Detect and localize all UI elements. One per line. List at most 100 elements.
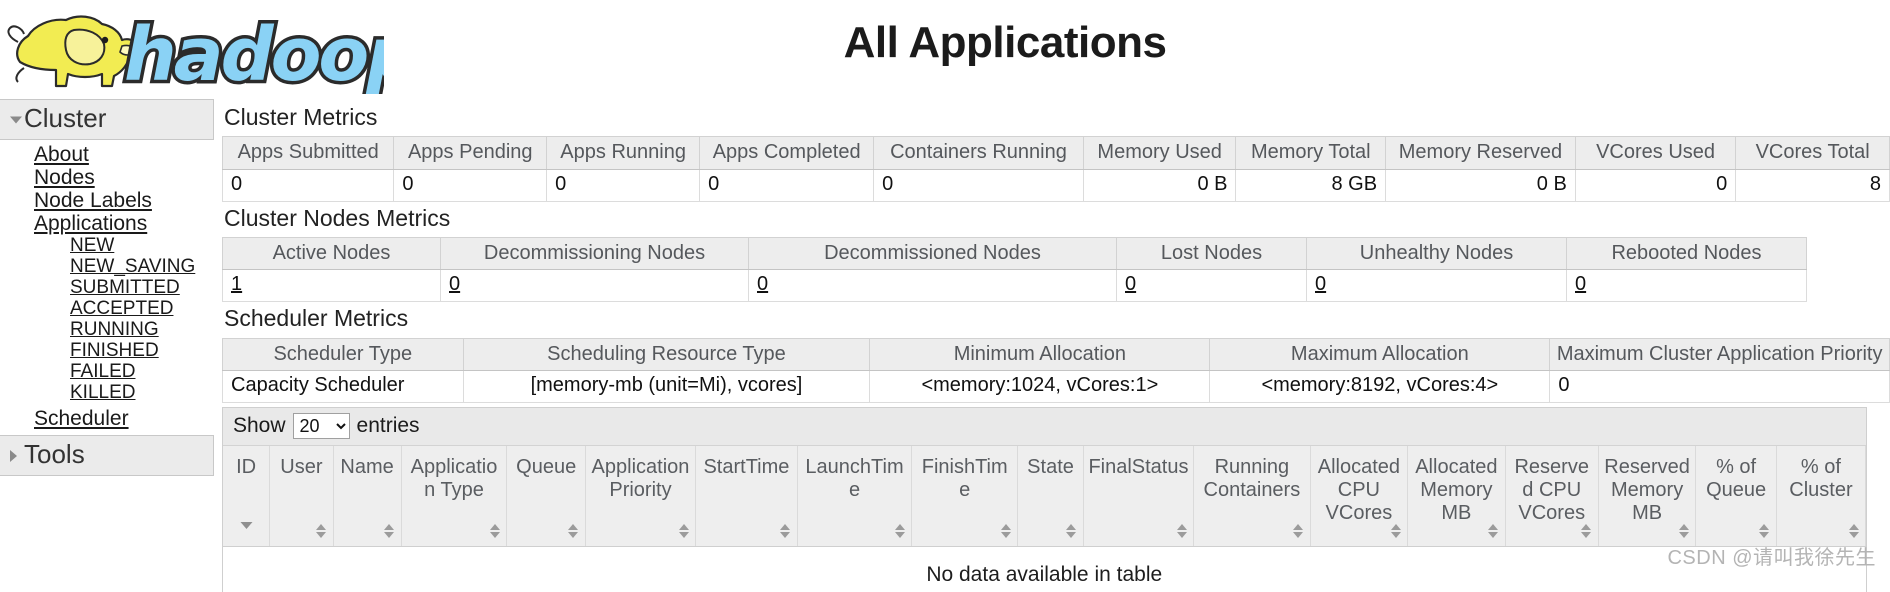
sidebar-item-new-saving[interactable]: NEW_SAVING (70, 256, 214, 277)
col-queue[interactable]: Queue (506, 446, 586, 548)
page-length-select[interactable]: 20406080100 (292, 413, 350, 440)
col-id[interactable]: ID (223, 446, 271, 548)
col-application-type[interactable]: Application Type (401, 446, 508, 548)
sidebar-item-accepted[interactable]: ACCEPTED (70, 298, 214, 319)
scheduler-metrics-title: Scheduler Metrics (224, 305, 409, 332)
col-launchtime[interactable]: LaunchTime (797, 446, 913, 548)
val-memory-used: 0 B (1082, 169, 1237, 202)
sidebar-group-cluster[interactable]: Cluster (0, 99, 214, 141)
col-finishtime[interactable]: FinishTime (911, 446, 1019, 548)
sidebar-item-applications-link[interactable]: Applications (34, 212, 147, 235)
sidebar-item-scheduler[interactable]: Scheduler (0, 407, 214, 430)
col-decommissioning-nodes[interactable]: Decommissioning Nodes (440, 236, 749, 271)
col-scheduling-resource-type[interactable]: Scheduling Resource Type (462, 337, 871, 372)
col-memory-reserved[interactable]: Memory Reserved (1385, 136, 1576, 170)
sort-both-icon (1678, 524, 1689, 540)
sidebar-item-running[interactable]: RUNNING (70, 319, 214, 340)
val-active-nodes[interactable]: 1 (231, 273, 242, 295)
col-rebooted-nodes[interactable]: Rebooted Nodes (1566, 236, 1807, 271)
col-containers-running[interactable]: Containers Running (873, 136, 1084, 170)
show-label: Show (233, 414, 286, 438)
sort-both-icon (1000, 524, 1011, 540)
sidebar-item-node-labels-link[interactable]: Node Labels (34, 189, 152, 212)
col-user-label: User (280, 456, 323, 479)
sidebar-item-about-link[interactable]: About (34, 143, 89, 166)
val-unhealthy-nodes[interactable]: 0 (1315, 273, 1326, 295)
col-unhealthy-nodes[interactable]: Unhealthy Nodes (1306, 236, 1567, 271)
val-vcores-used: 0 (1574, 169, 1737, 202)
col-maximum-cluster-priority[interactable]: Maximum Cluster Application Priority (1549, 337, 1890, 372)
cell-decommissioning-nodes: 0 (440, 269, 749, 303)
val-rebooted-nodes[interactable]: 0 (1575, 273, 1586, 295)
val-decommissioning-nodes[interactable]: 0 (449, 273, 460, 295)
sort-both-icon (1848, 524, 1859, 540)
cell-active-nodes: 1 (222, 269, 441, 303)
col-reserved-cpu-vcores[interactable]: Reserved CPU VCores (1505, 446, 1599, 548)
sidebar-item-submitted-link[interactable]: SUBMITTED (70, 277, 180, 298)
sidebar-item-failed-link[interactable]: FAILED (70, 361, 135, 382)
col-maximum-allocation[interactable]: Maximum Allocation (1209, 337, 1551, 372)
sort-desc-icon (240, 522, 253, 538)
col-apps-completed[interactable]: Apps Completed (699, 136, 875, 170)
col-percent-of-cluster[interactable]: % of Cluster (1776, 446, 1867, 548)
sidebar: Cluster About Nodes Node Labels Applicat… (0, 96, 214, 477)
table-row: 0 0 0 0 0 0 B 8 GB 0 B 0 8 (221, 169, 1890, 202)
sidebar-item-killed-link[interactable]: KILLED (70, 382, 135, 403)
col-apps-pending[interactable]: Apps Pending (393, 136, 548, 170)
sidebar-item-applications[interactable]: Applications NEW NEW_SAVING SUBMITTED AC… (34, 212, 214, 403)
sidebar-group-tools[interactable]: Tools (0, 435, 214, 477)
val-scheduling-resource-type: [memory-mb (unit=Mi), vcores] (462, 370, 871, 404)
val-maximum-allocation: <memory:8192, vCores:4> (1209, 370, 1551, 404)
entries-label: entries (356, 414, 420, 438)
sidebar-item-new-link[interactable]: NEW (70, 235, 114, 256)
col-running-containers[interactable]: Running Containers (1193, 446, 1311, 548)
sidebar-item-node-labels[interactable]: Node Labels (34, 189, 214, 212)
table-header-row: ID User Name Application Type Queue Appl… (223, 446, 1867, 548)
col-minimum-allocation[interactable]: Minimum Allocation (869, 337, 1211, 372)
col-apps-running[interactable]: Apps Running (546, 136, 701, 170)
col-percent-of-queue[interactable]: % of Queue (1695, 446, 1777, 548)
val-maximum-cluster-priority: 0 (1549, 370, 1890, 404)
sort-both-icon (1759, 524, 1770, 540)
col-reserved-memory-mb[interactable]: Reserved Memory MB (1598, 446, 1697, 548)
sidebar-item-scheduler-link[interactable]: Scheduler (34, 407, 129, 430)
sidebar-item-new[interactable]: NEW (70, 235, 214, 256)
col-allocated-memory-mb[interactable]: Allocated Memory MB (1407, 446, 1506, 548)
sidebar-group-cluster-label: Cluster (24, 103, 107, 133)
sidebar-item-finished-link[interactable]: FINISHED (70, 340, 159, 361)
col-memory-used[interactable]: Memory Used (1082, 136, 1237, 170)
col-user[interactable]: User (269, 446, 334, 548)
sidebar-item-accepted-link[interactable]: ACCEPTED (70, 298, 173, 319)
col-allocated-cpu-vcores-label: Allocated CPU VCores (1317, 456, 1401, 524)
empty-message: No data available in table (223, 546, 1866, 592)
col-state[interactable]: State (1017, 446, 1084, 548)
col-lost-nodes[interactable]: Lost Nodes (1116, 236, 1307, 271)
col-scheduler-type[interactable]: Scheduler Type (222, 337, 464, 372)
col-allocated-cpu-vcores[interactable]: Allocated CPU VCores (1310, 446, 1409, 548)
val-decommissioned-nodes[interactable]: 0 (757, 273, 768, 295)
sidebar-item-nodes[interactable]: Nodes (34, 166, 214, 189)
sidebar-item-failed[interactable]: FAILED (70, 361, 214, 382)
col-apps-submitted[interactable]: Apps Submitted (221, 136, 395, 170)
col-active-nodes[interactable]: Active Nodes (222, 236, 441, 271)
col-memory-total[interactable]: Memory Total (1235, 136, 1387, 170)
sidebar-item-submitted[interactable]: SUBMITTED (70, 277, 214, 298)
sidebar-item-nodes-link[interactable]: Nodes (34, 166, 95, 189)
col-starttime[interactable]: StartTime (695, 446, 798, 548)
sidebar-item-new-saving-link[interactable]: NEW_SAVING (70, 256, 195, 277)
col-vcores-total[interactable]: VCores Total (1735, 136, 1890, 170)
col-application-priority[interactable]: Application Priority (585, 446, 697, 548)
val-lost-nodes[interactable]: 0 (1125, 273, 1136, 295)
cell-lost-nodes: 0 (1116, 269, 1307, 303)
sidebar-item-running-link[interactable]: RUNNING (70, 319, 159, 340)
sidebar-item-killed[interactable]: KILLED (70, 382, 214, 403)
col-vcores-used[interactable]: VCores Used (1574, 136, 1737, 170)
sidebar-item-finished[interactable]: FINISHED (70, 340, 214, 361)
chevron-down-icon (10, 116, 22, 124)
col-decommissioned-nodes[interactable]: Decommissioned Nodes (748, 236, 1117, 271)
sidebar-item-about[interactable]: About (34, 143, 214, 166)
table-header-row: Scheduler Type Scheduling Resource Type … (222, 337, 1890, 372)
col-state-label: State (1027, 456, 1074, 479)
col-name[interactable]: Name (333, 446, 402, 548)
col-finalstatus[interactable]: FinalStatus (1083, 446, 1195, 548)
